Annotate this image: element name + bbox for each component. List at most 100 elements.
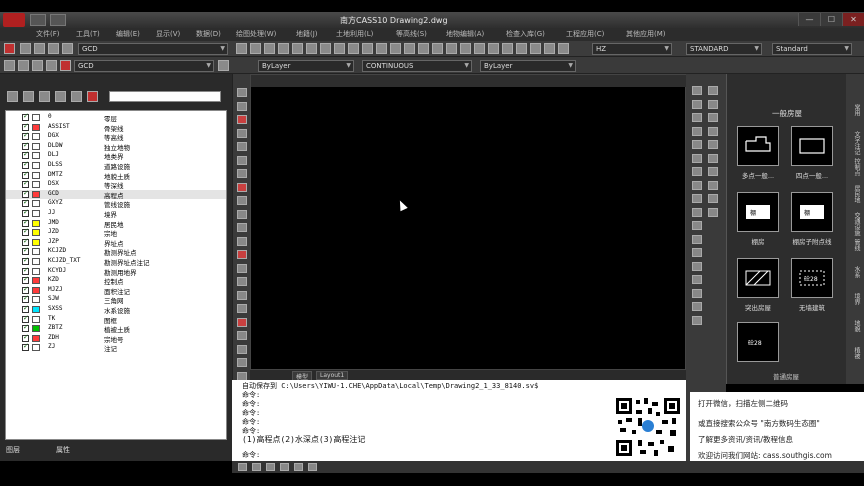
layer-color-swatch[interactable]	[32, 133, 40, 141]
properties-icon[interactable]	[376, 43, 387, 54]
chamfer-icon[interactable]	[692, 261, 702, 271]
tab-layers[interactable]: 图层	[6, 445, 20, 455]
close-button[interactable]: ✕	[842, 13, 864, 26]
minimize-button[interactable]: —	[798, 13, 820, 26]
redo-icon[interactable]	[432, 43, 443, 54]
layer-manager-icon[interactable]	[558, 43, 569, 54]
regen-icon[interactable]	[708, 167, 718, 176]
palette-side-tab[interactable]: 常用	[849, 104, 861, 116]
palette-item-wallless-building[interactable]: 砼28 无墙建筑	[789, 258, 835, 318]
hatch-icon[interactable]	[237, 250, 247, 259]
erase-icon[interactable]	[692, 86, 702, 95]
palette-side-tab[interactable]: 控制点	[849, 158, 861, 176]
palette-side-tab[interactable]: 境界	[849, 293, 861, 305]
layer-visible-checkbox[interactable]	[22, 266, 29, 275]
spline-icon[interactable]	[237, 182, 247, 192]
cloud-icon[interactable]	[237, 169, 247, 178]
palette-item-protruding-house[interactable]: 突出房屋	[735, 258, 781, 318]
bulb-icon[interactable]	[20, 43, 31, 54]
gradient-icon[interactable]	[237, 263, 247, 273]
sun-icon[interactable]	[32, 60, 43, 71]
extend-icon[interactable]	[692, 221, 702, 230]
menu-item-engineering[interactable]: 工程应用(C)	[566, 29, 604, 39]
layer-off-icon[interactable]	[708, 180, 718, 190]
arc-icon[interactable]	[237, 142, 247, 151]
command-input[interactable]: 命令:	[242, 450, 260, 460]
layer-row[interactable]: JMD 居民地	[6, 218, 226, 229]
insert-block-icon[interactable]	[237, 209, 247, 219]
trim-icon[interactable]	[692, 207, 702, 217]
layer-visible-checkbox[interactable]	[22, 256, 29, 265]
layer-visible-checkbox[interactable]	[22, 170, 29, 179]
zoom-window-icon[interactable]	[348, 43, 359, 54]
layer-visible-checkbox[interactable]	[22, 285, 29, 294]
layer-combo-2[interactable]: GCD ▼	[74, 60, 214, 72]
menu-item-contour[interactable]: 等高线(S)	[396, 29, 427, 39]
align-icon[interactable]	[692, 302, 702, 311]
layer-color-swatch[interactable]	[32, 181, 40, 189]
layer-visible-checkbox[interactable]	[22, 179, 29, 189]
layer-color-swatch[interactable]	[32, 123, 40, 131]
layer-row[interactable]: GCD 高程点	[6, 189, 226, 200]
palette-item-shed[interactable]: 棚 棚房	[735, 192, 781, 252]
polyline-icon[interactable]	[237, 101, 247, 111]
layer-row[interactable]: KCJZD_TXT 勘测界址点注记	[6, 256, 226, 267]
checkbox-icon[interactable]	[87, 91, 98, 102]
scale-icon[interactable]	[692, 180, 702, 190]
layer-row[interactable]: KCYDJ 勘测用地界	[6, 266, 226, 277]
region-icon[interactable]	[237, 277, 247, 286]
menu-item-file[interactable]: 文件(F)	[36, 29, 60, 39]
layer-row[interactable]: SJW 三角网	[6, 294, 226, 305]
layer-row[interactable]: 0 零层	[6, 112, 226, 123]
app-menu-button[interactable]	[3, 13, 25, 27]
offset-icon[interactable]	[692, 126, 702, 136]
menu-item-feature-edit[interactable]: 地物编辑(A)	[446, 29, 484, 39]
menu-item-drawing[interactable]: 绘图处理(W)	[236, 29, 276, 39]
match-properties-icon[interactable]	[488, 43, 499, 54]
new-layer-icon[interactable]	[7, 91, 18, 102]
menu-item-edit[interactable]: 编辑(E)	[116, 29, 140, 39]
fillet-icon[interactable]	[692, 275, 702, 284]
layer-color-swatch[interactable]	[32, 200, 40, 208]
layer-row[interactable]: DLSS 道路设施	[6, 160, 226, 171]
layer-row[interactable]: ASSIST 骨架线	[6, 122, 226, 133]
layer-color-swatch[interactable]	[32, 344, 40, 352]
layer-color-swatch[interactable]	[32, 142, 40, 150]
help-icon[interactable]	[446, 43, 457, 54]
insert-icon[interactable]	[516, 43, 527, 54]
layer-visible-checkbox[interactable]	[22, 131, 29, 141]
color-swatch-icon[interactable]	[60, 60, 71, 71]
bulb-icon[interactable]	[18, 60, 29, 71]
layer-visible-checkbox[interactable]	[22, 294, 29, 304]
array-icon[interactable]	[692, 140, 702, 149]
layer-combo[interactable]: GCD ▼	[78, 43, 228, 55]
layer-iso-icon[interactable]	[708, 194, 718, 203]
layer-row[interactable]: ZJ 注记	[6, 342, 226, 353]
refresh-icon[interactable]	[71, 91, 82, 102]
layer-visible-checkbox[interactable]	[22, 218, 29, 227]
layer-row[interactable]: TK 图框	[6, 314, 226, 325]
table-style-combo[interactable]: Standard ▼	[772, 43, 852, 55]
print-icon[interactable]	[278, 43, 289, 54]
dimension-icon[interactable]	[237, 317, 247, 327]
layer-visible-checkbox[interactable]	[22, 246, 29, 256]
layer-visible-checkbox[interactable]	[22, 122, 29, 131]
layer-color-swatch[interactable]	[32, 315, 40, 323]
palette-side-tab[interactable]: 居民地	[849, 185, 861, 203]
layer-row[interactable]: ZDH 宗地号	[6, 333, 226, 344]
layer-visible-checkbox[interactable]	[22, 237, 29, 246]
layer-color-swatch[interactable]	[32, 286, 40, 294]
layer-row[interactable]: ZBTZ 植被土质	[6, 323, 226, 334]
menu-item-cadastre[interactable]: 地籍(J)	[296, 29, 318, 39]
layer-color-swatch[interactable]	[32, 306, 40, 313]
text-style-combo[interactable]: HZ ▼	[592, 43, 672, 55]
layer-color-swatch[interactable]	[32, 325, 40, 333]
tab-layout1[interactable]: Layout1	[316, 371, 349, 380]
dim-style-combo[interactable]: STANDARD ▼	[686, 43, 762, 55]
make-block-icon[interactable]	[237, 223, 247, 232]
lineweight-combo[interactable]: ByLayer ▼	[480, 60, 576, 72]
layer-visible-checkbox[interactable]	[22, 150, 29, 160]
rectangle-icon[interactable]	[237, 128, 247, 138]
layer-row[interactable]: DLDW 独立地物	[6, 141, 226, 152]
layer-row[interactable]: MJZJ 面积注记	[6, 285, 226, 296]
